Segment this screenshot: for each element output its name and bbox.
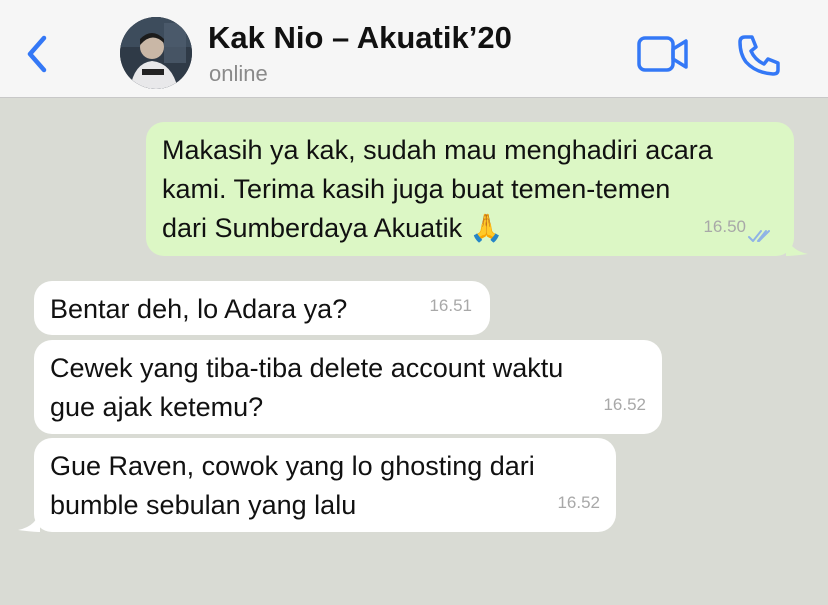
bubble-tail: [18, 508, 40, 532]
double-check-icon: [748, 230, 770, 242]
message-line: gue ajak ketemu?: [50, 392, 264, 422]
video-call-button[interactable]: [636, 34, 690, 74]
message-bubble-incoming[interactable]: Cewek yang tiba-tiba delete account wakt…: [34, 340, 662, 434]
message-bubble-incoming[interactable]: Bentar deh, lo Adara ya? 16.51: [34, 281, 490, 335]
back-button[interactable]: [20, 30, 54, 78]
message-bubble-incoming[interactable]: Gue Raven, cowok yang lo ghosting dari b…: [34, 438, 616, 532]
message-time: 16.51: [429, 296, 472, 315]
message-line: Cewek yang tiba-tiba delete account wakt…: [50, 353, 564, 383]
contact-status: online: [209, 61, 268, 86]
message-time: 16.52: [557, 493, 600, 512]
contact-avatar[interactable]: [120, 17, 192, 89]
message-line: bumble sebulan yang lalu: [50, 490, 357, 520]
message-time: 16.52: [603, 395, 646, 414]
chat-header: Kak Nio – Akuatik’20 online: [0, 0, 828, 98]
message-line: kami. Terima kasih juga buat temen-temen: [162, 174, 671, 204]
message-line: Makasih ya kak, sudah mau menghadiri aca…: [162, 135, 713, 165]
bubble-tail: [786, 232, 808, 256]
message-time: 16.50: [703, 217, 746, 236]
chevron-left-icon: [27, 35, 47, 73]
phone-icon: [738, 35, 780, 76]
message-bubble-outgoing[interactable]: Makasih ya kak, sudah mau menghadiri aca…: [146, 122, 794, 256]
message-line: Gue Raven, cowok yang lo ghosting dari: [50, 451, 535, 481]
contact-name[interactable]: Kak Nio – Akuatik’20: [208, 20, 512, 56]
message-line: Bentar deh, lo Adara ya?: [50, 294, 348, 324]
video-camera-icon: [637, 36, 688, 72]
message-line: dari Sumberdaya Akuatik 🙏: [162, 213, 504, 243]
voice-call-button[interactable]: [736, 33, 782, 77]
